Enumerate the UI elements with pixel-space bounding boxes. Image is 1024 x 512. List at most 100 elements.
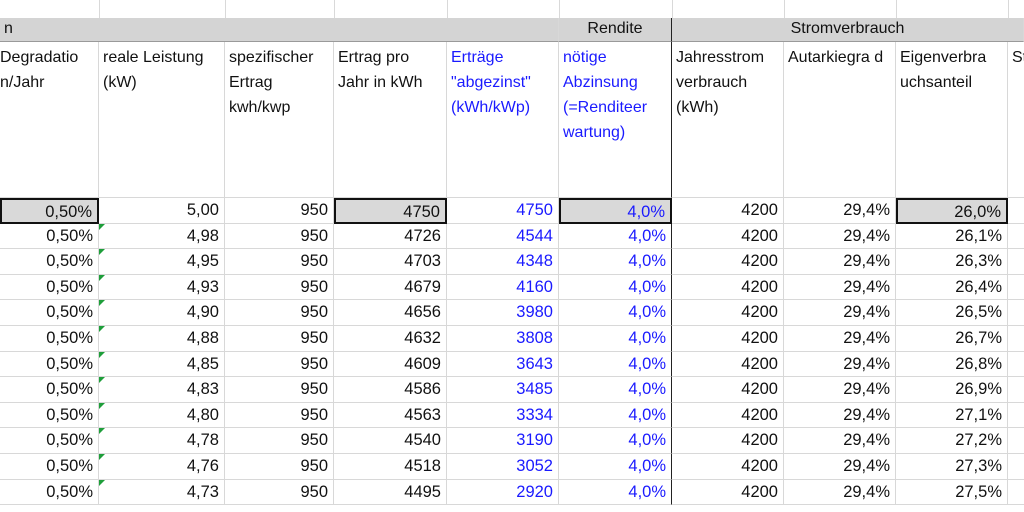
cell-next-column[interactable] [1008, 403, 1024, 429]
cell-ertrag-jahr[interactable]: 4703 [334, 249, 447, 275]
group-header-rendite[interactable]: Rendite [559, 18, 672, 42]
cell-autarkie[interactable]: 29,4% [784, 274, 896, 301]
cell-eigenverbrauch[interactable]: 27,3% [896, 454, 1008, 480]
cell-degradation[interactable]: 0,50% [0, 249, 99, 275]
cell-next-column[interactable] [1008, 300, 1024, 326]
cell-ertrag-jahr[interactable]: 4518 [334, 454, 447, 480]
cell-spez-ertrag[interactable]: 950 [225, 198, 334, 224]
header-ertrag-pro-jahr[interactable]: Ertrag pro Jahr in kWh [334, 42, 447, 198]
cell-autarkie[interactable]: 29,4% [784, 454, 896, 480]
cell-autarkie[interactable]: 29,4% [784, 223, 896, 250]
cell-jahresstrom[interactable]: 4200 [672, 454, 784, 480]
cell-reale-leistung[interactable]: 4,93 [99, 274, 225, 301]
cell-jahresstrom[interactable]: 4200 [672, 326, 784, 352]
cell-ertrag-jahr[interactable]: 4656 [334, 300, 447, 326]
cell-autarkie[interactable]: 29,4% [784, 428, 896, 454]
group-header-stromverbrauch[interactable]: Stromverbrauch [672, 18, 1024, 42]
cell-abzinsung[interactable]: 4,0% [559, 377, 672, 403]
cell-reale-leistung[interactable]: 4,73 [99, 479, 225, 506]
cell-degradation[interactable]: 0,50% [0, 402, 99, 429]
cell-abzinsung[interactable]: 4,0% [559, 428, 672, 454]
cell-ertraege-abgezinst[interactable]: 3052 [447, 454, 559, 480]
cell-autarkie[interactable]: 29,4% [784, 300, 896, 326]
cell-ertrag-jahr[interactable]: 4540 [334, 428, 447, 454]
cell-next-column[interactable] [1008, 224, 1024, 250]
cell-jahresstrom[interactable]: 4200 [672, 198, 784, 224]
cell-ertraege-abgezinst[interactable]: 3808 [447, 326, 559, 352]
cell-degradation[interactable]: 0,50% [0, 274, 99, 301]
cell-degradation[interactable]: 0,50% [0, 351, 99, 378]
cell-ertrag-jahr[interactable]: 4726 [334, 223, 447, 250]
cell-next-column[interactable] [1008, 480, 1024, 506]
cell-reale-leistung[interactable]: 4,78 [99, 428, 225, 454]
cell-eigenverbrauch[interactable]: 27,1% [896, 402, 1008, 429]
cell-next-column[interactable] [1008, 275, 1024, 301]
header-degradation[interactable]: Degradatio n/Jahr [0, 42, 99, 198]
cell-next-column[interactable] [1008, 377, 1024, 403]
cell-jahresstrom[interactable]: 4200 [672, 351, 784, 378]
header-reale-leistung[interactable]: reale Leistung (kW) [99, 42, 225, 198]
cell-degradation[interactable]: 0,50% [0, 377, 99, 403]
cell-next-column[interactable] [1008, 428, 1024, 454]
cell-ertraege-abgezinst[interactable]: 4750 [447, 198, 559, 224]
cell-ertrag-jahr[interactable]: 4750 [334, 198, 447, 224]
cell-ertraege-abgezinst[interactable]: 4160 [447, 274, 559, 301]
cell-ertrag-jahr[interactable]: 4609 [334, 351, 447, 378]
cell-reale-leistung[interactable]: 4,88 [99, 326, 225, 352]
cell-reale-leistung[interactable]: 4,85 [99, 351, 225, 378]
cell-jahresstrom[interactable]: 4200 [672, 428, 784, 454]
group-header-left[interactable]: n [0, 18, 559, 42]
cell-next-column[interactable] [1008, 352, 1024, 378]
cell-spez-ertrag[interactable]: 950 [225, 274, 334, 301]
cell-eigenverbrauch[interactable]: 26,5% [896, 300, 1008, 326]
cell-spez-ertrag[interactable]: 950 [225, 223, 334, 250]
cell-ertrag-jahr[interactable]: 4495 [334, 479, 447, 506]
cell-ertrag-jahr[interactable]: 4563 [334, 402, 447, 429]
header-noetige-abzinsung[interactable]: nötige Abzinsung (=Renditeer wartung) [559, 42, 672, 198]
cell-next-column[interactable] [1008, 198, 1024, 224]
cell-next-column[interactable] [1008, 326, 1024, 352]
header-ertraege-abgezinst[interactable]: Erträge "abgezinst" (kWh/kWp) [447, 42, 559, 198]
cell-reale-leistung[interactable]: 4,90 [99, 300, 225, 326]
cell-autarkie[interactable]: 29,4% [784, 377, 896, 403]
cell-ertraege-abgezinst[interactable]: 3334 [447, 402, 559, 429]
cell-degradation[interactable]: 0,50% [0, 223, 99, 250]
cell-jahresstrom[interactable]: 4200 [672, 377, 784, 403]
cell-ertraege-abgezinst[interactable]: 3643 [447, 351, 559, 378]
cell-next-column[interactable] [1008, 249, 1024, 275]
cell-eigenverbrauch[interactable]: 26,3% [896, 249, 1008, 275]
cell-reale-leistung[interactable]: 4,95 [99, 249, 225, 275]
cell-autarkie[interactable]: 29,4% [784, 402, 896, 429]
cell-ertraege-abgezinst[interactable]: 3485 [447, 377, 559, 403]
cell-jahresstrom[interactable]: 4200 [672, 223, 784, 250]
cell-ertraege-abgezinst[interactable]: 3190 [447, 428, 559, 454]
cell-autarkie[interactable]: 29,4% [784, 351, 896, 378]
cell-abzinsung[interactable]: 4,0% [559, 249, 672, 275]
cell-eigenverbrauch[interactable]: 26,4% [896, 274, 1008, 301]
cell-abzinsung[interactable]: 4,0% [559, 198, 672, 224]
cell-jahresstrom[interactable]: 4200 [672, 249, 784, 275]
cell-abzinsung[interactable]: 4,0% [559, 351, 672, 378]
header-autarkiegrad[interactable]: Autarkiegra d [784, 42, 896, 198]
cell-reale-leistung[interactable]: 5,00 [99, 198, 225, 224]
cell-eigenverbrauch[interactable]: 27,5% [896, 479, 1008, 506]
cell-spez-ertrag[interactable]: 950 [225, 351, 334, 378]
cell-eigenverbrauch[interactable]: 27,2% [896, 428, 1008, 454]
cell-eigenverbrauch[interactable]: 26,1% [896, 223, 1008, 250]
cell-reale-leistung[interactable]: 4,83 [99, 377, 225, 403]
cell-abzinsung[interactable]: 4,0% [559, 454, 672, 480]
cell-abzinsung[interactable]: 4,0% [559, 479, 672, 506]
cell-ertraege-abgezinst[interactable]: 3980 [447, 300, 559, 326]
cell-jahresstrom[interactable]: 4200 [672, 274, 784, 301]
cell-autarkie[interactable]: 29,4% [784, 479, 896, 506]
cell-autarkie[interactable]: 29,4% [784, 249, 896, 275]
cell-ertraege-abgezinst[interactable]: 4348 [447, 249, 559, 275]
cell-autarkie[interactable]: 29,4% [784, 198, 896, 224]
cell-ertrag-jahr[interactable]: 4679 [334, 274, 447, 301]
header-jahresstromverbrauch[interactable]: Jahresstrom verbrauch (kWh) [672, 42, 784, 198]
cell-degradation[interactable]: 0,50% [0, 454, 99, 480]
spreadsheet-grid[interactable]: n Rendite Stromverbrauch Degradatio n/Ja… [0, 0, 1024, 512]
cell-autarkie[interactable]: 29,4% [784, 326, 896, 352]
cell-jahresstrom[interactable]: 4200 [672, 300, 784, 326]
cell-spez-ertrag[interactable]: 950 [225, 377, 334, 403]
